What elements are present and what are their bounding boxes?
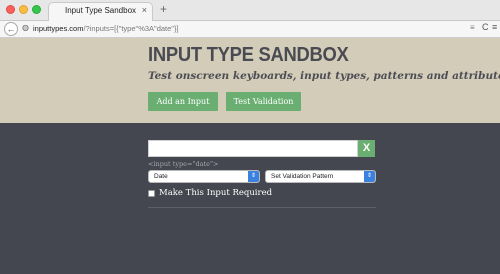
input-row: X [148,140,375,157]
required-label[interactable]: Make This Input Required [159,188,272,198]
back-button[interactable]: ← [4,22,18,36]
divider [148,207,376,208]
address-bar[interactable]: ◍ inputtypes.com/?inputs=[{"type"%3A"dat… [20,23,472,36]
sandbox-panel: X <input type="date"> Date ⇕ Set Validat… [0,123,500,274]
page-title: INPUT TYPE SANDBOX [148,44,349,66]
browser-toolbar: ← ◍ inputtypes.com/?inputs=[{"type"%3A"d… [0,21,500,38]
globe-icon: ◍ [22,23,29,32]
validation-pattern-value: Set Validation Pattern [271,173,334,180]
url-domain: inputtypes.com [33,24,84,33]
close-icon[interactable]: × [142,5,147,15]
required-checkbox[interactable] [148,190,155,197]
tab-bar: Input Type Sandbox × + [0,0,500,21]
remove-input-button[interactable]: X [358,140,375,157]
reader-view-icon[interactable]: ≡ [470,23,475,32]
tab-title: Input Type Sandbox [65,6,137,15]
maximize-window-button[interactable] [32,5,41,14]
hero-banner: INPUT TYPE SANDBOX Test onscreen keyboar… [0,38,500,123]
page-subtitle: Test onscreen keyboards, input types, pa… [148,70,500,82]
input-type-value: Date [154,173,168,180]
select-arrows-icon: ⇕ [364,171,375,182]
add-input-button[interactable]: Add an Input [148,92,218,111]
tab-input-type-sandbox[interactable]: Input Type Sandbox × [48,2,153,21]
test-validation-button[interactable]: Test Validation [226,92,301,111]
url-path: /?inputs=[{"type"%3A"date"}] [83,24,179,33]
minimize-window-button[interactable] [19,5,28,14]
date-input[interactable] [148,140,358,157]
select-arrows-icon: ⇕ [248,171,259,182]
browser-window: Input Type Sandbox × + ← ◍ inputtypes.co… [0,0,500,274]
reload-icon[interactable]: C [482,22,489,32]
input-type-select[interactable]: Date ⇕ [148,170,260,183]
input-tag-code: <input type="date"> [148,160,219,168]
validation-pattern-select[interactable]: Set Validation Pattern ⇕ [265,170,376,183]
url-text: inputtypes.com/?inputs=[{"type"%3A"date"… [33,24,179,33]
new-tab-button[interactable]: + [160,2,167,16]
menu-icon[interactable]: ≡ [492,22,497,32]
close-window-button[interactable] [6,5,15,14]
